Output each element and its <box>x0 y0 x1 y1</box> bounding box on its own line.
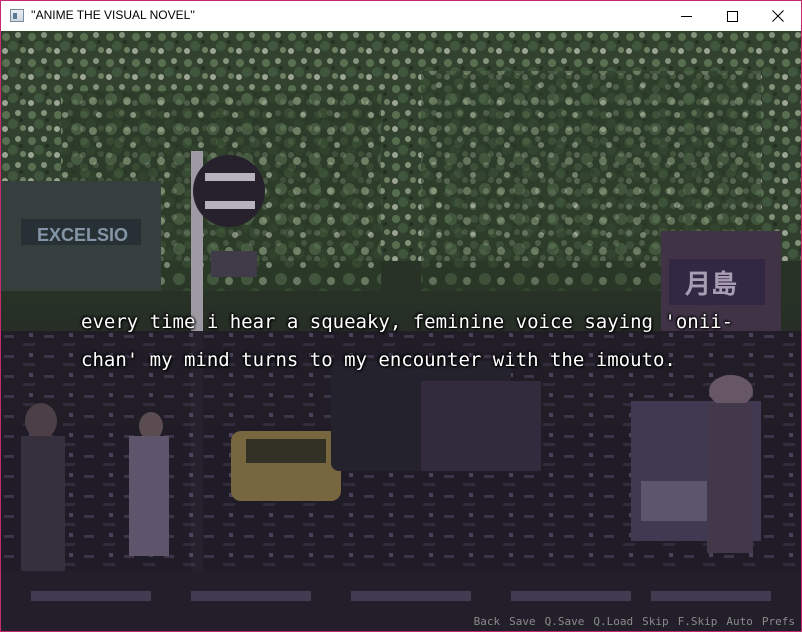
quick-menu-qsave[interactable]: Q.Save <box>545 615 585 631</box>
quick-menu-back[interactable]: Back <box>474 615 501 631</box>
quick-menu-prefs[interactable]: Prefs <box>762 615 795 631</box>
quick-menu-auto[interactable]: Auto <box>726 615 753 631</box>
dialogue-text: every time i hear a squeaky, feminine vo… <box>81 311 734 371</box>
minimize-icon <box>680 15 692 17</box>
quick-menu: Back Save Q.Save Q.Load Skip F.Skip Auto… <box>474 615 795 631</box>
maximize-icon <box>726 10 738 22</box>
game-scene[interactable]: EXCELSIO 月島 every time i hear a squeaky,… <box>1 31 801 631</box>
quick-menu-fskip[interactable]: F.Skip <box>678 615 718 631</box>
quick-menu-qload[interactable]: Q.Load <box>593 615 633 631</box>
close-button[interactable] <box>755 1 801 31</box>
close-icon <box>772 10 784 22</box>
app-window: ''ANIME THE VISUAL NOVEL'' EXCELSIO 月島 e… <box>0 0 802 632</box>
window-title: ''ANIME THE VISUAL NOVEL'' <box>31 8 195 22</box>
minimize-button[interactable] <box>663 1 709 31</box>
title-bar[interactable]: ''ANIME THE VISUAL NOVEL'' <box>1 1 801 31</box>
app-window-icon <box>10 9 24 22</box>
quick-menu-skip[interactable]: Skip <box>642 615 669 631</box>
maximize-button[interactable] <box>709 1 755 31</box>
quick-menu-save[interactable]: Save <box>509 615 536 631</box>
